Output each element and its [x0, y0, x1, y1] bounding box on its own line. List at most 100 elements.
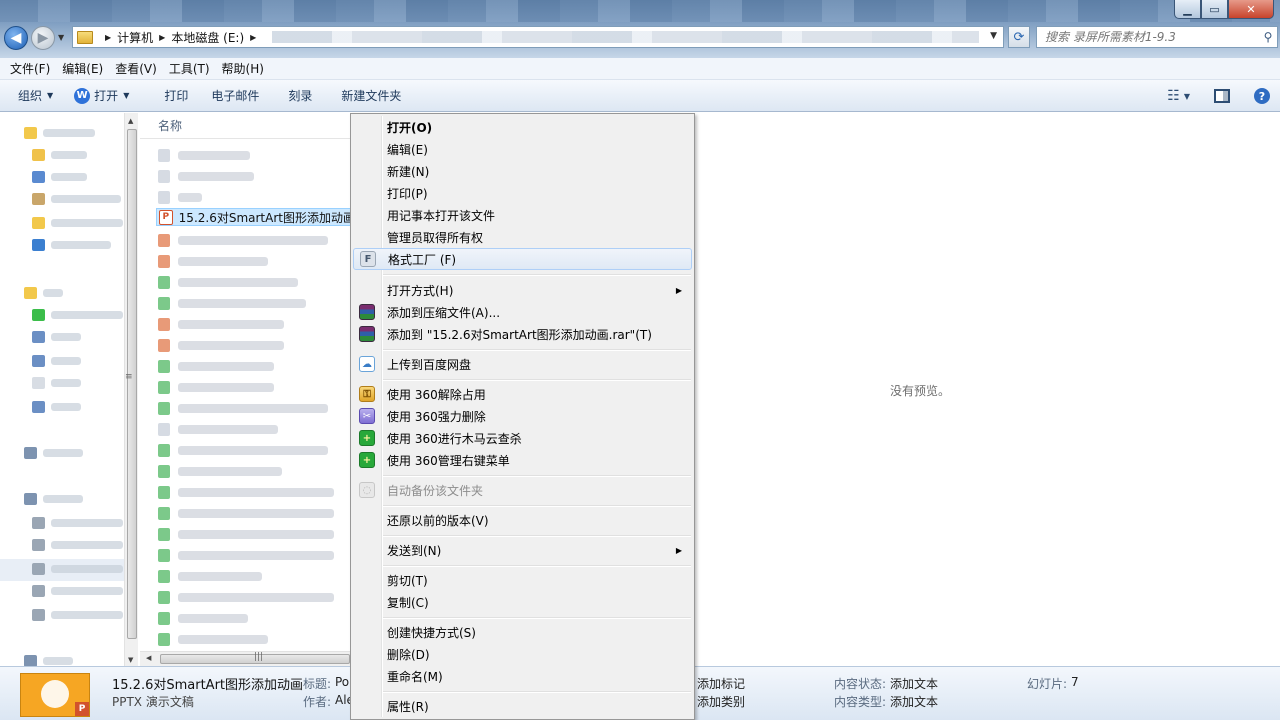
nav-item[interactable]: [32, 515, 123, 531]
search-input[interactable]: [1045, 30, 1259, 44]
menu-item-edit[interactable]: 编辑(E): [353, 138, 692, 160]
nav-item[interactable]: [32, 537, 123, 553]
menu-item-create-shortcut[interactable]: 创建快捷方式(S): [353, 621, 692, 643]
nav-item[interactable]: [32, 399, 81, 415]
scroll-thumb[interactable]: [127, 129, 137, 639]
help-icon[interactable]: ?: [1254, 88, 1270, 104]
menu-item-360-unlock[interactable]: ⚿ 使用 360解除占用: [353, 383, 692, 405]
details-tags-value[interactable]: 添加标记: [697, 675, 745, 692]
nav-item[interactable]: [24, 491, 83, 507]
close-button[interactable]: ✕: [1228, 0, 1274, 19]
nav-item[interactable]: [24, 285, 63, 301]
preview-pane-icon[interactable]: [1214, 89, 1230, 103]
nav-item[interactable]: [32, 583, 123, 599]
menu-item-print[interactable]: 打印(P): [353, 182, 692, 204]
scroll-up-icon[interactable]: ▲: [128, 117, 133, 125]
organize-button[interactable]: 组织 ▼: [0, 80, 62, 112]
menu-item-rename[interactable]: 重命名(M): [353, 665, 692, 687]
nav-item[interactable]: [32, 607, 123, 623]
menu-item-cut[interactable]: 剪切(T): [353, 569, 692, 591]
address-dropdown-icon[interactable]: ▼: [990, 31, 997, 41]
list-item[interactable]: [158, 546, 334, 564]
list-item[interactable]: [158, 399, 328, 417]
list-item[interactable]: [158, 273, 298, 291]
list-item[interactable]: [158, 609, 248, 627]
menu-item-format-factory[interactable]: F 格式工厂 (F): [353, 248, 692, 270]
print-button[interactable]: 打印: [138, 80, 197, 112]
list-item[interactable]: [158, 441, 328, 459]
menu-view[interactable]: 查看(V): [109, 60, 163, 77]
menu-item-open-with[interactable]: 打开方式(H) ▶: [353, 279, 692, 301]
burn-button[interactable]: 刻录: [268, 80, 321, 112]
nav-item[interactable]: [32, 307, 123, 323]
pane-resize-grip-icon[interactable]: ≡: [125, 372, 133, 382]
list-item[interactable]: [158, 483, 334, 501]
refresh-button[interactable]: ⟳: [1008, 26, 1030, 48]
search-icon[interactable]: ⚲: [1259, 30, 1277, 44]
details-content-status-value[interactable]: 添加文本: [890, 675, 938, 692]
menu-item-360-scan[interactable]: + 使用 360进行木马云查杀: [353, 427, 692, 449]
forward-button[interactable]: ▶: [31, 26, 55, 50]
menu-item-take-ownership[interactable]: 管理员取得所有权: [353, 226, 692, 248]
scroll-down-icon[interactable]: ▼: [128, 656, 133, 664]
recent-pages-dropdown[interactable]: ▼: [58, 33, 64, 42]
nav-item[interactable]: [32, 329, 81, 345]
nav-item[interactable]: [32, 561, 123, 577]
nav-item[interactable]: [24, 653, 73, 666]
chevron-down-icon[interactable]: ▼: [1184, 92, 1190, 101]
breadcrumb-separator-icon[interactable]: ▶: [250, 33, 256, 42]
menu-item-open-notepad[interactable]: 用记事本打开该文件: [353, 204, 692, 226]
list-item[interactable]: [158, 146, 250, 164]
breadcrumb-separator-icon[interactable]: ▶: [159, 33, 165, 42]
list-item[interactable]: [158, 188, 202, 206]
menu-item-properties[interactable]: 属性(R): [353, 695, 692, 717]
nav-item[interactable]: [32, 215, 123, 231]
menu-item-copy[interactable]: 复制(C): [353, 591, 692, 613]
list-item[interactable]: [158, 525, 334, 543]
maximize-button[interactable]: ▭: [1201, 0, 1228, 19]
list-item[interactable]: [158, 588, 334, 606]
breadcrumb-separator-icon[interactable]: ▶: [105, 33, 111, 42]
list-item[interactable]: [158, 167, 254, 185]
list-item[interactable]: [158, 567, 262, 585]
list-item[interactable]: [158, 462, 282, 480]
menu-item-add-to-archive[interactable]: 添加到压缩文件(A)...: [353, 301, 692, 323]
menu-tools[interactable]: 工具(T): [163, 60, 216, 77]
new-folder-button[interactable]: 新建文件夹: [321, 80, 410, 112]
menu-file[interactable]: 文件(F): [4, 60, 56, 77]
menu-item-restore-versions[interactable]: 还原以前的版本(V): [353, 509, 692, 531]
nav-item[interactable]: [32, 147, 87, 163]
nav-item[interactable]: [32, 191, 121, 207]
menu-item-add-to-rar[interactable]: 添加到 "15.2.6对SmartArt图形添加动画.rar"(T): [353, 323, 692, 345]
menu-item-360-manage[interactable]: + 使用 360管理右键菜单: [353, 449, 692, 471]
list-item[interactable]: [158, 504, 334, 522]
menu-edit[interactable]: 编辑(E): [56, 60, 109, 77]
list-item[interactable]: [158, 378, 274, 396]
search-box[interactable]: ⚲: [1036, 26, 1278, 48]
details-category-value[interactable]: 添加类别: [697, 693, 745, 710]
details-content-type-value[interactable]: 添加文本: [890, 693, 938, 710]
list-item[interactable]: [158, 420, 278, 438]
breadcrumb-drive-e[interactable]: 本地磁盘 (E:): [171, 29, 244, 46]
menu-item-baidu-upload[interactable]: ☁ 上传到百度网盘: [353, 353, 692, 375]
nav-item[interactable]: [32, 237, 111, 253]
nav-item[interactable]: [32, 375, 81, 391]
list-item[interactable]: [158, 357, 274, 375]
scroll-left-icon[interactable]: ◀: [146, 654, 151, 662]
menu-item-new[interactable]: 新建(N): [353, 160, 692, 182]
back-button[interactable]: ◀: [4, 26, 28, 50]
list-item[interactable]: [158, 231, 328, 249]
menu-item-open[interactable]: 打开(O): [353, 116, 692, 138]
column-header-name[interactable]: 名称: [140, 113, 354, 139]
list-item[interactable]: [158, 630, 268, 648]
change-view-icon[interactable]: ☷: [1167, 88, 1180, 104]
menu-item-360-shred[interactable]: ✂ 使用 360强力删除: [353, 405, 692, 427]
open-button[interactable]: W 打开 ▼: [62, 80, 138, 112]
nav-item[interactable]: [24, 125, 95, 141]
list-item[interactable]: [158, 315, 284, 333]
navigation-scrollbar[interactable]: ▲ ▼: [124, 113, 138, 666]
email-button[interactable]: 电子邮件: [197, 80, 268, 112]
menu-help[interactable]: 帮助(H): [216, 60, 270, 77]
file-list-hscrollbar[interactable]: ◀ |||: [140, 651, 354, 666]
minimize-button[interactable]: ▁: [1174, 0, 1201, 19]
